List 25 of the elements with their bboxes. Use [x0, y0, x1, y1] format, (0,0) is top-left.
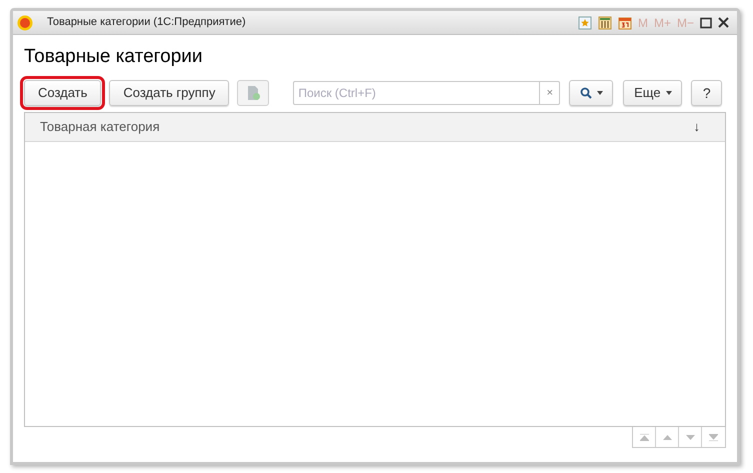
up-icon [662, 434, 672, 440]
clear-button[interactable]: × [539, 82, 560, 104]
help-button[interactable]: ? [691, 80, 722, 106]
down-icon [686, 434, 694, 440]
more-button[interactable]: Еще [623, 80, 682, 106]
column-label: Товарная категория [40, 118, 160, 136]
sort-indicator: ↓ [694, 118, 700, 136]
caret-icon [596, 91, 603, 95]
first-icon [640, 434, 648, 440]
search-field[interactable]: Поиск (Ctrl+F) × [293, 81, 560, 105]
form-heading: Товарные категории [24, 45, 204, 69]
close-icon[interactable] [718, 17, 729, 28]
add-file-button[interactable] [237, 80, 270, 106]
calendar-icon[interactable] [618, 16, 632, 30]
search-icon [580, 87, 592, 99]
caret-icon [666, 91, 672, 95]
calculator-icon[interactable] [598, 16, 612, 30]
maximize-icon[interactable] [700, 16, 712, 28]
logo-icon [17, 14, 33, 30]
document-add-icon [245, 85, 262, 101]
create-group-button[interactable]: Создать группу [109, 80, 230, 106]
search-menu-button[interactable] [569, 80, 614, 106]
window-title: Товарные категории (1С:Предприятие) [47, 15, 246, 30]
last-icon [709, 434, 718, 440]
column-header[interactable]: Товарная категория ↓ [25, 113, 725, 141]
